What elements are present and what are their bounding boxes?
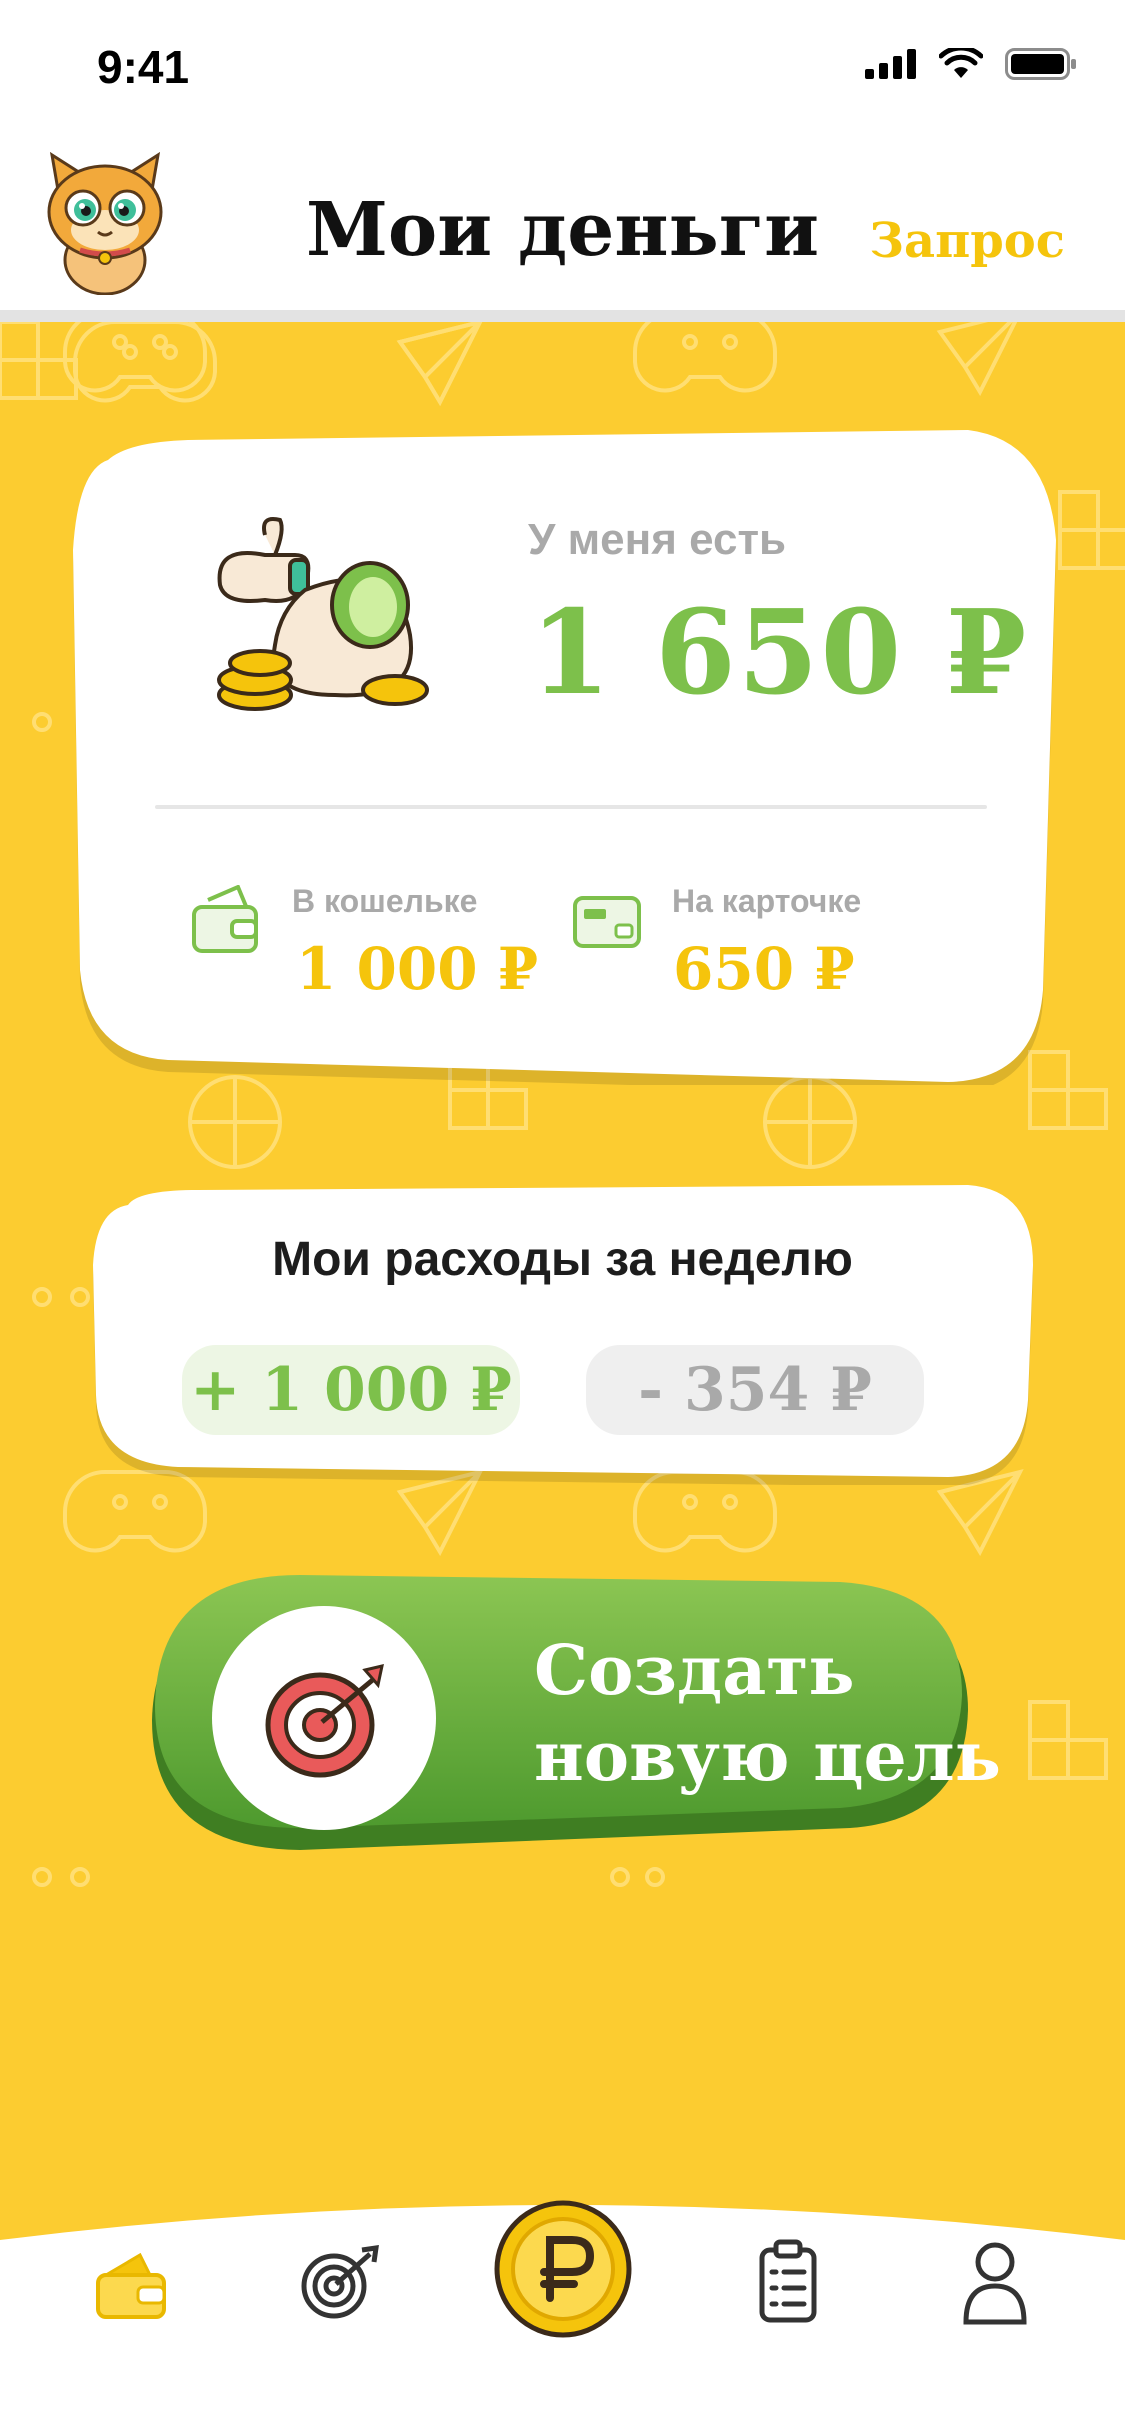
wallet-icon [96,2252,166,2319]
weekly-title: Мои расходы за неделю [272,1233,853,1286]
expense-pill[interactable]: - 354 ₽ [586,1345,924,1435]
balance-amount: 1 650 ₽ [530,585,1029,721]
balance-divider [155,805,987,809]
wallet-icon [192,885,258,953]
card-icon [573,896,641,948]
coin-icon [494,2200,632,2338]
tab-bar [0,2180,1125,2436]
status-bar: 9:41 [0,0,1125,135]
income-pill[interactable]: + 1 000 ₽ [182,1345,520,1435]
create-goal-label: Создать новую цель [534,1628,1001,1800]
money-bag-icon [217,517,429,711]
card-label: На карточке [672,883,862,919]
signal-icon [865,49,916,79]
battery-icon [1005,48,1076,80]
wallet-amount: 1 000 ₽ [296,935,539,1003]
status-time: 9:41 [97,41,190,93]
status-icons [865,48,1077,80]
checklist-icon [759,2239,817,2323]
header-divider [0,310,1125,322]
weekly-card[interactable] [88,1185,1038,1485]
tab-profile[interactable] [960,2240,1030,2326]
tab-goals[interactable] [298,2242,382,2322]
target-icon [301,2245,379,2319]
profile-icon [963,2242,1027,2325]
card-amount: 650 ₽ [673,935,855,1003]
header: Мои деньги Запрос [0,135,1125,310]
create-goal-line2: новую цель [534,1717,1001,1797]
tab-money[interactable] [492,2198,634,2340]
create-goal-line1: Создать [534,1631,855,1711]
tab-wallet[interactable] [92,2245,172,2325]
wallet-label: В кошельке [292,883,478,919]
tab-tasks[interactable] [758,2238,818,2324]
balance-label: У меня есть [528,515,787,564]
wifi-icon [939,48,983,78]
request-button[interactable]: Запрос [869,213,1065,269]
